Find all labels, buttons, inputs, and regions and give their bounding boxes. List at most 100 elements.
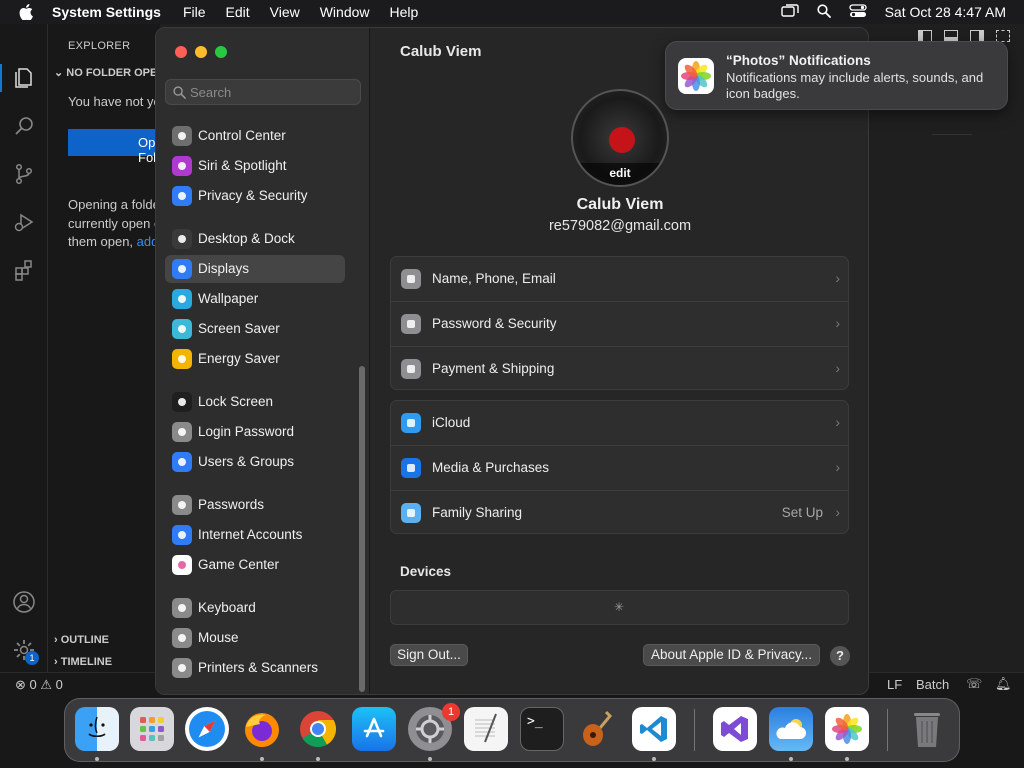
explorer-panel: EXPLORER ⌄ NO FOLDER OPENED You have not… — [48, 24, 160, 672]
menubar-clock[interactable]: Sat Oct 28 4:47 AM — [885, 4, 1006, 20]
textedit-dock-icon[interactable] — [464, 707, 508, 751]
sidebar-item-energy-saver[interactable]: Energy Saver — [165, 345, 345, 373]
sidebar-item-users-groups[interactable]: Users & Groups — [165, 448, 345, 476]
menu-help[interactable]: Help — [390, 4, 419, 20]
no-folder-label: NO FOLDER OPENED — [66, 67, 160, 79]
row-name-phone-email[interactable]: Name, Phone, Email › — [391, 257, 848, 302]
line-ending-status[interactable]: LF — [887, 677, 902, 692]
safari-dock-icon[interactable] — [185, 707, 229, 751]
photos-dock-icon[interactable] — [825, 707, 869, 751]
problems-status[interactable]: ⊗ 0 ⚠ 0 — [15, 677, 63, 693]
timeline-section[interactable]: › TIMELINE — [54, 656, 112, 668]
lock-icon — [172, 422, 192, 442]
avatar[interactable]: edit — [571, 89, 669, 187]
firefox-dock-icon[interactable] — [240, 707, 284, 751]
sidebar-item-label: Printers & Scanners — [198, 660, 319, 675]
users-icon — [172, 452, 192, 472]
sidebar-scrollbar[interactable] — [359, 366, 365, 692]
chevron-right-icon: › — [835, 270, 840, 286]
sidebar-item-mouse[interactable]: Mouse — [165, 624, 345, 652]
window-minimize-button[interactable] — [195, 46, 207, 58]
sidebar-item-label: Internet Accounts — [198, 527, 303, 542]
run-debug-icon[interactable] — [10, 208, 38, 236]
no-folder-message: You have not yet opened a folder. — [68, 94, 160, 109]
no-folder-section[interactable]: ⌄ NO FOLDER OPENED — [54, 66, 160, 79]
sidebar-item-game-center[interactable]: Game Center — [165, 551, 345, 579]
row-family-sharing[interactable]: Family Sharing Set Up › — [391, 491, 848, 533]
sidebar-item-wallpaper[interactable]: Wallpaper — [165, 285, 345, 313]
finder-dock-icon[interactable] — [75, 707, 119, 751]
notifications-bell-icon[interactable]: 🔔︎ — [995, 676, 1012, 692]
sidebar-item-passwords[interactable]: Passwords — [165, 491, 345, 519]
sign-out-button[interactable]: Sign Out... — [390, 644, 468, 666]
sidebar-item-login-password[interactable]: Login Password — [165, 418, 345, 446]
explorer-files-icon[interactable] — [10, 64, 38, 92]
window-zoom-button[interactable] — [215, 46, 227, 58]
user-name: Calub Viem — [576, 196, 664, 213]
sidebar-item-label: Control Center — [198, 128, 286, 143]
settings-update-badge: 1 — [25, 651, 39, 665]
sidebar-item-label: Energy Saver — [198, 351, 280, 366]
launchpad-dock-icon[interactable] — [130, 707, 174, 751]
row-payment-shipping[interactable]: Payment & Shipping › — [391, 347, 848, 389]
terminal-dock-icon[interactable]: >_ — [520, 707, 564, 751]
source-control-icon[interactable] — [10, 160, 38, 188]
services-group: iCloud › Media & Purchases › Family Sharing S… — [390, 400, 849, 534]
outline-section[interactable]: › OUTLINE — [54, 634, 109, 646]
menu-window[interactable]: Window — [320, 4, 370, 20]
spotlight-search-icon[interactable] — [816, 3, 831, 21]
row-label: Name, Phone, Email — [432, 271, 556, 286]
about-apple-id-button[interactable]: About Apple ID & Privacy... — [643, 644, 820, 666]
trash-dock-icon[interactable] — [905, 707, 949, 751]
running-indicator — [428, 757, 432, 761]
manage-gear-icon[interactable]: 1 — [10, 636, 39, 665]
dock-separator — [887, 709, 888, 751]
photos-notification[interactable]: “Photos” Notifications Notifications may… — [665, 41, 1008, 110]
menu-edit[interactable]: Edit — [226, 4, 250, 20]
vscode-dock-icon[interactable] — [632, 707, 676, 751]
sidebar-item-privacy-security[interactable]: Privacy & Security — [165, 182, 345, 210]
window-close-button[interactable] — [175, 46, 187, 58]
garageband-dock-icon[interactable] — [576, 707, 620, 751]
apple-menu-icon[interactable] — [0, 4, 52, 20]
timeline-label: TIMELINE — [60, 656, 113, 668]
running-indicator — [789, 757, 793, 761]
sidebar-item-siri-spotlight[interactable]: Siri & Spotlight — [165, 152, 345, 180]
key-icon — [172, 495, 192, 515]
search-input[interactable] — [190, 83, 350, 101]
help-button[interactable]: ? — [830, 646, 850, 666]
dock-icon — [172, 229, 192, 249]
sidebar-item-control-center[interactable]: Control Center — [165, 122, 345, 150]
mouse-icon — [172, 628, 192, 648]
extensions-icon[interactable] — [10, 256, 38, 284]
open-folder-button[interactable]: Open Folder — [68, 129, 160, 165]
app-store-dock-icon[interactable] — [352, 707, 396, 751]
accounts-icon[interactable] — [10, 588, 38, 616]
app-menu-name[interactable]: System Settings — [52, 4, 161, 20]
control-center-icon[interactable] — [848, 3, 867, 21]
sidebar-item-screen-saver[interactable]: Screen Saver — [165, 315, 345, 343]
sidebar-item-internet-accounts[interactable]: Internet Accounts — [165, 521, 345, 549]
menu-file[interactable]: File — [183, 4, 206, 20]
chevron-down-icon: ⌄ — [54, 67, 67, 79]
settings-search-field[interactable] — [165, 79, 361, 105]
chrome-dock-icon[interactable] — [296, 707, 340, 751]
sidebar-item-keyboard[interactable]: Keyboard — [165, 594, 345, 622]
sidebar-item-label: Passwords — [198, 497, 265, 512]
row-media-purchases[interactable]: Media & Purchases › — [391, 446, 848, 491]
sidebar-item-displays[interactable]: Displays — [165, 255, 345, 283]
avatar-edit-label[interactable]: edit — [573, 163, 667, 185]
language-mode-status[interactable]: Batch — [916, 677, 949, 692]
sidebar-item-desktop-dock[interactable]: Desktop & Dock — [165, 225, 345, 253]
weather-dock-icon[interactable] — [769, 707, 813, 751]
menu-view[interactable]: View — [270, 4, 300, 20]
row-icloud[interactable]: iCloud › — [391, 401, 848, 446]
screen-mirroring-icon[interactable] — [780, 3, 799, 21]
sidebar-item-lock-screen[interactable]: Lock Screen — [165, 388, 345, 416]
visual-studio-dock-icon[interactable] — [713, 707, 757, 751]
sidebar-item-printers-scanners[interactable]: Printers & Scanners — [165, 654, 345, 682]
search-icon[interactable] — [10, 112, 38, 140]
error-icon: ⊗ — [15, 677, 26, 692]
feedback-icon[interactable]: ☏ — [966, 676, 982, 692]
row-password-security[interactable]: Password & Security › — [391, 302, 848, 347]
